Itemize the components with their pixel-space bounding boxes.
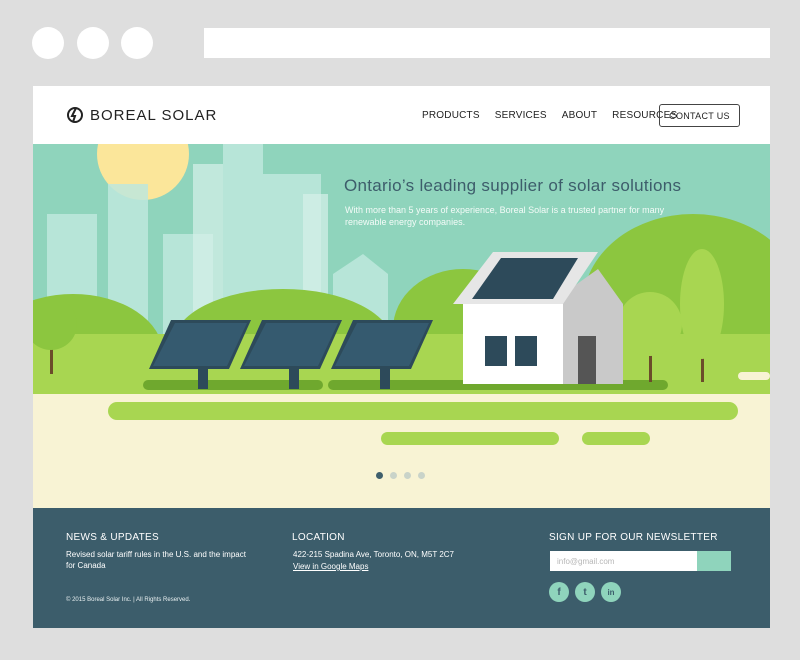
nav-services[interactable]: SERVICES	[495, 110, 547, 121]
window-minimize-button[interactable]	[77, 27, 109, 59]
hero-title: Ontario’s leading supplier of solar solu…	[344, 176, 682, 195]
house-shape	[453, 252, 623, 384]
address-bar[interactable]	[204, 28, 770, 58]
carousel-dot-3[interactable]	[404, 472, 411, 479]
window-close-button[interactable]	[32, 27, 64, 59]
twitter-icon[interactable]: t	[575, 582, 595, 602]
site-footer: NEWS & UPDATES Revised solar tariff rule…	[33, 508, 770, 628]
hero-subtitle: With more than 5 years of experience, Bo…	[345, 205, 665, 227]
google-maps-link[interactable]: View in Google Maps	[293, 561, 368, 572]
carousel-dot-1[interactable]	[376, 472, 383, 479]
main-nav: PRODUCTS SERVICES ABOUT RESOURCES	[422, 110, 677, 121]
site-header: BOREAL SOLAR PRODUCTS SERVICES ABOUT RES…	[33, 86, 770, 144]
facebook-icon[interactable]: f	[549, 582, 569, 602]
news-link[interactable]: Revised solar tariff rules in the U.S. a…	[66, 549, 246, 571]
carousel-dot-4[interactable]	[418, 472, 425, 479]
hero-illustration	[33, 144, 770, 508]
contact-us-button[interactable]: CONTACT US	[659, 104, 740, 127]
logo-icon	[67, 107, 83, 123]
carousel-dot-2[interactable]	[390, 472, 397, 479]
window-maximize-button[interactable]	[121, 27, 153, 59]
nav-about[interactable]: ABOUT	[562, 110, 597, 121]
copyright-text: © 2015 Boreal Solar Inc. | All Rights Re…	[66, 597, 191, 603]
newsletter-submit-button[interactable]	[697, 551, 731, 571]
logo-text: BOREAL SOLAR	[90, 106, 218, 124]
nav-products[interactable]: PRODUCTS	[422, 110, 480, 121]
location-heading: LOCATION	[292, 532, 345, 543]
newsletter-heading: SIGN UP FOR OUR NEWSLETTER	[549, 532, 718, 543]
logo[interactable]: BOREAL SOLAR	[66, 106, 217, 124]
linkedin-icon[interactable]: in	[601, 582, 621, 602]
browser-window: BOREAL SOLAR PRODUCTS SERVICES ABOUT RES…	[0, 0, 800, 660]
news-heading: NEWS & UPDATES	[66, 532, 159, 543]
email-input[interactable]	[550, 551, 697, 571]
web-page: BOREAL SOLAR PRODUCTS SERVICES ABOUT RES…	[33, 86, 770, 628]
carousel-indicators	[376, 472, 425, 479]
hero-banner: Ontario’s leading supplier of solar solu…	[33, 144, 770, 508]
address-text: 422-215 Spadina Ave, Toronto, ON, M5T 2C…	[293, 550, 454, 559]
